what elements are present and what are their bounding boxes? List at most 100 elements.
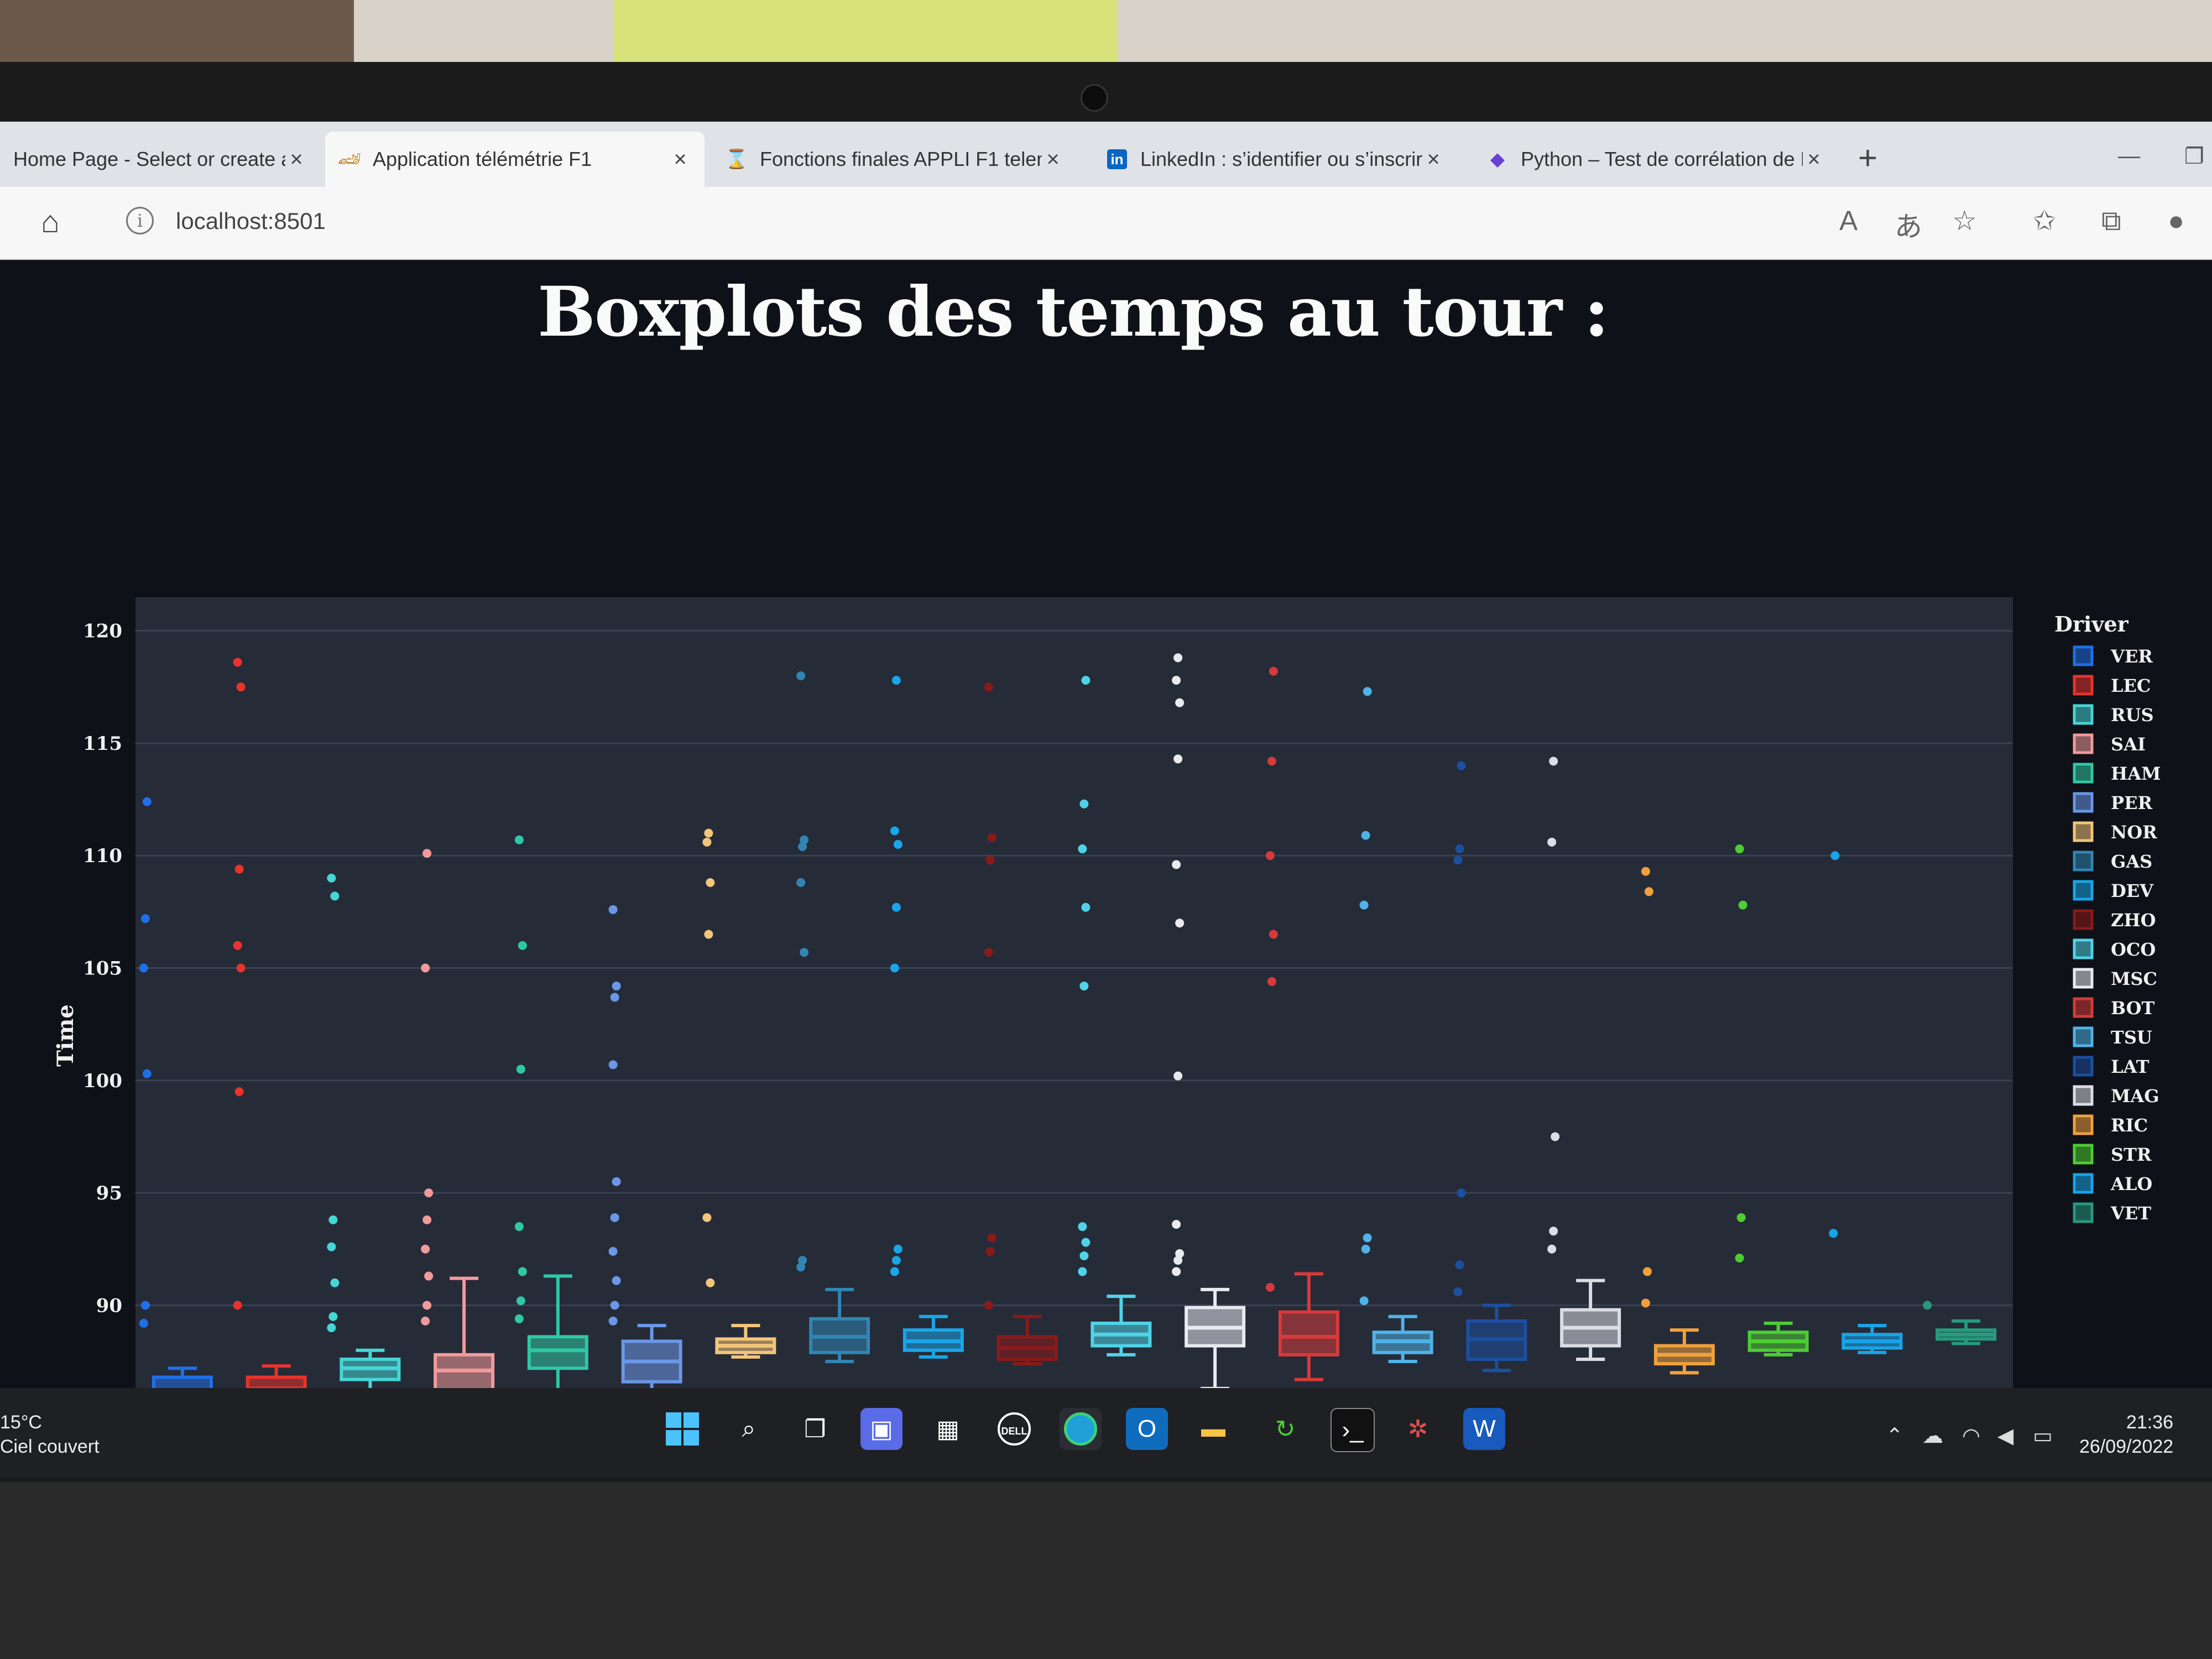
tab-telemetry-app[interactable]: 🏎 Application télémétrie F1 × <box>325 132 705 187</box>
outlier-point <box>1549 757 1558 766</box>
outlier-point <box>422 849 432 858</box>
outlier-point <box>1172 676 1181 685</box>
onedrive-icon[interactable]: ☁ <box>1922 1423 1943 1448</box>
minimize-button[interactable]: — <box>2118 144 2140 169</box>
chevron-up-icon[interactable]: ⌃ <box>1886 1423 1903 1448</box>
outlier-point <box>516 1296 525 1306</box>
battery-icon[interactable]: ▭ <box>2033 1423 2053 1448</box>
outlook-icon[interactable]: O <box>1126 1408 1168 1450</box>
wall-photo <box>0 0 354 62</box>
outlier-point <box>987 1233 997 1243</box>
screen: Home Page - Select or create a n × 🏎 App… <box>0 122 2212 1477</box>
outlier-point <box>610 1213 619 1222</box>
outlier-point <box>1081 1238 1091 1247</box>
legend-swatch <box>2073 1144 2094 1165</box>
tab-linkedin[interactable]: in LinkedIn : s’identifier ou s’inscrire… <box>1093 132 1458 187</box>
outlier-point <box>1923 1301 1932 1310</box>
outlier-point <box>514 1314 524 1323</box>
windows-start-icon[interactable] <box>661 1408 703 1450</box>
close-icon[interactable]: × <box>285 147 307 172</box>
outlier-point <box>890 1267 899 1276</box>
word-icon[interactable]: W <box>1463 1408 1505 1450</box>
search-icon[interactable]: ⌕ <box>728 1408 770 1450</box>
legend-label: LAT <box>2111 1056 2150 1077</box>
dell-icon[interactable]: DELL <box>993 1408 1035 1450</box>
refresh-app-icon[interactable]: ↻ <box>1264 1408 1306 1450</box>
legend-swatch <box>2073 1085 2094 1106</box>
legend-label: MSC <box>2111 968 2157 989</box>
close-icon[interactable]: × <box>1422 147 1444 172</box>
clock-date: 26/09/2022 <box>2079 1436 2174 1457</box>
wifi-icon[interactable]: ◠ <box>1962 1423 1980 1448</box>
outlier-point <box>233 1301 242 1310</box>
weather-widget[interactable]: 15°C Ciel couvert <box>0 1410 100 1459</box>
info-icon[interactable]: i <box>126 207 154 234</box>
outlier-point <box>1173 1071 1183 1081</box>
outlier-point <box>1172 1220 1181 1229</box>
outlier-point <box>610 993 619 1002</box>
tab-fonctions-finales[interactable]: ⌛ Fonctions finales APPLI F1 telem × <box>712 132 1077 187</box>
close-icon[interactable]: × <box>1803 147 1825 172</box>
legend-swatch <box>2073 1056 2094 1077</box>
task-view-icon[interactable]: ❐ <box>794 1408 836 1450</box>
outlier-point <box>1547 837 1557 847</box>
outlier-point <box>1267 757 1276 766</box>
address-bar: ⌂ i localhost:8501 A あ ☆ ✩ ⧉ ● <box>0 187 2212 260</box>
legend-swatch <box>2073 880 2094 901</box>
tab-bar: Home Page - Select or create a n × 🏎 App… <box>0 122 2212 187</box>
outlier-point <box>330 891 340 901</box>
settings-app-icon[interactable]: ✲ <box>1397 1408 1439 1450</box>
tab-label: Python – Test de corrélation de P <box>1521 148 1803 170</box>
outlier-point <box>140 1301 150 1310</box>
tab-home-page[interactable]: Home Page - Select or create a n × <box>0 132 321 187</box>
sticky-note <box>614 0 1117 65</box>
tab-python-correlation[interactable]: ◆ Python – Test de corrélation de P × <box>1473 132 1838 187</box>
legend-swatch <box>2073 763 2094 784</box>
file-explorer-icon[interactable]: ▬ <box>1192 1408 1234 1450</box>
volume-icon[interactable]: ◀ <box>1997 1423 2013 1448</box>
clock[interactable]: 21:36 26/09/2022 <box>2079 1410 2173 1459</box>
legend-label: LEC <box>2111 675 2151 696</box>
outlier-point <box>1078 1267 1087 1276</box>
outlier-point <box>236 682 246 692</box>
terminal-icon[interactable]: ›_ <box>1331 1408 1375 1452</box>
home-icon[interactable]: ⌂ <box>41 204 60 239</box>
outlier-point <box>891 902 901 912</box>
chat-icon[interactable]: ▣ <box>860 1408 902 1450</box>
translate-icon[interactable]: あ <box>1895 205 1922 244</box>
outlier-point <box>985 1246 995 1256</box>
outlier-point <box>1175 919 1185 928</box>
webcam <box>1081 84 1108 112</box>
outlier-point <box>328 1312 338 1321</box>
legend-label: HAM <box>2111 763 2161 784</box>
close-icon[interactable]: × <box>1042 147 1064 172</box>
box <box>1278 1310 1339 1357</box>
legend-swatch <box>2073 909 2094 930</box>
add-favorite-icon[interactable]: ☆ <box>1952 205 1977 237</box>
clock-time: 21:36 <box>2126 1412 2173 1433</box>
store-icon[interactable]: ▦ <box>927 1408 969 1450</box>
close-icon[interactable]: × <box>669 147 691 172</box>
read-aloud-icon[interactable]: A <box>1839 205 1858 237</box>
legend-label: TSU <box>2111 1027 2152 1048</box>
outlier-point <box>1549 1227 1558 1236</box>
outlier-point <box>1265 851 1275 860</box>
legend-swatch <box>2073 1026 2094 1047</box>
edge-icon[interactable] <box>1060 1408 1102 1450</box>
url-field[interactable]: localhost:8501 <box>176 208 326 234</box>
outlier-point <box>139 1318 148 1328</box>
profile-avatar[interactable]: ● <box>2168 205 2184 237</box>
outlier-point <box>421 963 430 973</box>
new-tab-button[interactable]: + <box>1858 142 1877 175</box>
boxplot-chart: 859095100105110115120VERLECRUSSAIHAMPERN… <box>53 597 2161 1421</box>
outlier-point <box>608 1060 618 1070</box>
restore-button[interactable]: ❐ <box>2184 144 2204 169</box>
outlier-point <box>422 1301 432 1310</box>
outlier-point <box>1363 1233 1372 1243</box>
outlier-point <box>890 963 899 973</box>
legend-label: BOT <box>2111 998 2155 1019</box>
legend-swatch <box>2073 1114 2094 1135</box>
collections-icon[interactable]: ⧉ <box>2101 205 2121 237</box>
favorites-icon[interactable]: ✩ <box>2033 205 2056 237</box>
legend-swatch <box>2073 792 2094 813</box>
